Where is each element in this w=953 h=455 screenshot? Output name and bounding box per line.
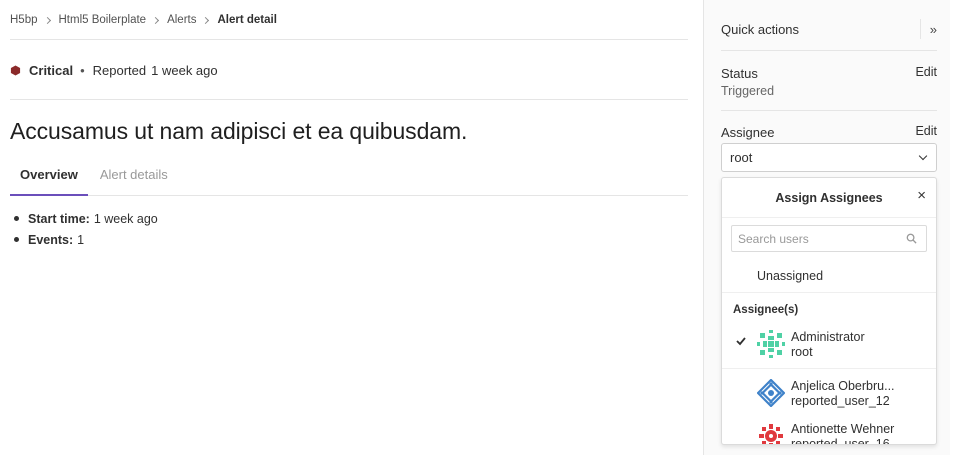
assignee-dropdown-toggle[interactable]: root: [721, 143, 937, 172]
breadcrumb-chevron-icon: [152, 16, 160, 24]
status-block: Status Edit Triggered: [721, 65, 937, 101]
tab-alert-details[interactable]: Alert details: [90, 158, 178, 196]
alert-header: Critical • Reported 1 week ago: [10, 62, 218, 79]
divider: [722, 292, 936, 293]
user-name: Anjelica Oberbru...: [791, 379, 895, 393]
user-name: Antionette Wehner: [791, 422, 895, 436]
dropdown-title: Assign Assignees: [722, 178, 936, 218]
close-icon[interactable]: ×: [917, 188, 926, 204]
reported-time: 1 week ago: [151, 63, 218, 78]
avatar: [757, 330, 785, 358]
avatar: [757, 379, 785, 407]
divider: [721, 50, 937, 51]
events-label: Events:: [28, 232, 74, 247]
check-icon: [736, 337, 746, 346]
right-sidebar: Quick actions » Status Edit Triggered As…: [703, 0, 950, 455]
divider: [721, 110, 937, 111]
assignee-block: Assignee Edit: [721, 124, 937, 140]
start-time-value: 1 week ago: [93, 211, 158, 226]
assignee-selected-value: root: [730, 150, 753, 165]
quick-actions-title: Quick actions: [721, 22, 800, 37]
main-content: H5bp Html5 Boilerplate Alerts Alert deta…: [10, 0, 688, 455]
assignee-edit-link[interactable]: Edit: [915, 124, 937, 138]
list-item: Start time: 1 week ago: [10, 208, 158, 229]
divider: [722, 368, 936, 369]
severity-label: Critical: [29, 63, 74, 78]
status-edit-link[interactable]: Edit: [915, 65, 937, 79]
page-title: Accusamus ut nam adipisci et ea quibusda…: [10, 118, 468, 144]
list-item: Events: 1: [10, 229, 158, 250]
assignee-dropdown-menu: Assign Assignees × Unassigned Assignee(s…: [721, 177, 937, 445]
chevron-down-icon: [918, 151, 928, 161]
dot-separator: •: [80, 63, 85, 78]
divider: [10, 39, 688, 40]
search-users-input[interactable]: [731, 225, 927, 252]
user-username: reported_user_16: [791, 437, 890, 445]
breadcrumb-chevron-icon: [202, 16, 210, 24]
breadcrumb-chevron-icon: [43, 16, 51, 24]
events-value: 1: [77, 232, 85, 247]
assignee-title: Assignee: [721, 125, 775, 140]
user-username: reported_user_12: [791, 394, 890, 408]
tab-overview[interactable]: Overview: [10, 158, 88, 196]
start-time-label: Start time:: [28, 211, 90, 226]
breadcrumb: H5bp Html5 Boilerplate Alerts Alert deta…: [10, 12, 277, 28]
quick-actions: Quick actions »: [721, 19, 937, 39]
user-option-administrator[interactable]: Administrator root: [722, 322, 936, 374]
unassigned-option[interactable]: Unassigned: [722, 264, 936, 292]
assignees-section-label: Assignee(s): [733, 304, 799, 316]
collapse-sidebar-icon[interactable]: »: [920, 19, 937, 39]
breadcrumb-item-project[interactable]: Html5 Boilerplate: [59, 14, 147, 26]
critical-severity-icon: [10, 65, 21, 76]
user-name: Administrator: [791, 330, 865, 344]
breadcrumb-item-alerts[interactable]: Alerts: [167, 14, 196, 26]
divider: [10, 99, 688, 100]
tab-bar: Overview Alert details: [10, 158, 688, 196]
breadcrumb-item-h5bp[interactable]: H5bp: [10, 14, 38, 26]
status-value: Triggered: [721, 84, 775, 98]
avatar: [759, 424, 783, 444]
search-icon: [906, 233, 917, 244]
status-title: Status: [721, 66, 758, 81]
user-username: root: [791, 345, 813, 359]
reported-label: Reported: [92, 63, 147, 78]
user-option-antionette[interactable]: Antionette Wehner reported_user_16: [722, 414, 936, 445]
overview-list: Start time: 1 week ago Events: 1: [10, 208, 158, 250]
breadcrumb-current[interactable]: Alert detail: [217, 14, 276, 26]
